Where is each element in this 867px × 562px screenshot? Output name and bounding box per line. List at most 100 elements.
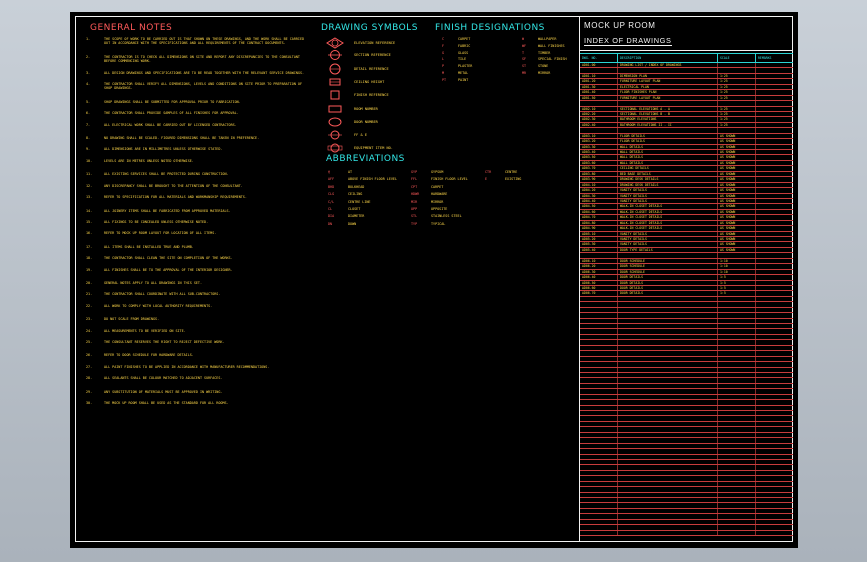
index-scale	[718, 465, 756, 470]
note-number: 5.	[86, 99, 91, 104]
index-scale	[718, 508, 756, 514]
note-number: 6.	[86, 111, 91, 116]
detail-reference-icon	[324, 63, 346, 75]
index-dwg-no	[580, 508, 618, 514]
index-description	[618, 340, 718, 345]
index-dwg-no: AD01.10	[580, 73, 618, 79]
index-remarks	[756, 161, 793, 165]
abbreviation-item: @ AT	[328, 170, 352, 174]
note-number: 16.	[86, 231, 93, 236]
index-description: VANITY DETAILS	[618, 237, 718, 242]
note-item: 29. ANY SUBSTITUTION OF MATERIALS MUST BE…	[86, 390, 312, 394]
door-number-icon	[324, 116, 346, 128]
symbol-label: CEILING HEIGHT	[354, 80, 385, 84]
index-dwg-no	[580, 470, 618, 476]
symbol-label: FF & E	[354, 133, 367, 137]
abbreviation-code: OPP	[411, 207, 418, 211]
index-dwg-no: AD03.80	[580, 171, 618, 177]
index-dwg-no	[580, 432, 618, 438]
index-scale: AS SHOWN	[718, 220, 756, 226]
index-description	[618, 362, 718, 367]
note-item: 30. THE MOCK UP ROOM SHALL BE USED AS THE…	[86, 401, 312, 405]
index-remarks	[756, 101, 793, 105]
index-dwg-no: AD03.10	[580, 133, 618, 139]
index-scale	[718, 307, 756, 313]
note-number: 26.	[86, 353, 93, 358]
finish-code: P	[442, 64, 445, 69]
index-description: WALK-IN CLOSET DETAILS	[618, 220, 718, 226]
index-row	[580, 530, 793, 537]
note-number: 17.	[86, 244, 93, 249]
note-text: ALL PAINT FINISHES TO BE APPLIED IN ACCO…	[104, 364, 270, 369]
index-remarks	[756, 264, 793, 268]
index-dwg-no: AD03.30	[580, 144, 618, 149]
index-remarks	[756, 96, 793, 100]
note-number: 28.	[86, 376, 93, 381]
finish-item: P PLASTER	[442, 64, 472, 68]
index-description	[618, 378, 718, 383]
index-dwg-no	[580, 438, 618, 443]
symbol-row: DOOR NUMBER	[324, 115, 378, 129]
index-dwg-no: AD03.70	[580, 166, 618, 171]
abbreviation-code: FFL	[411, 177, 418, 182]
index-scale	[718, 345, 756, 351]
index-scale	[718, 503, 756, 508]
index-dwg-no	[580, 351, 618, 356]
note-text: REFER TO DOOR SCHEDULE FOR HARDWARE DETA…	[104, 353, 194, 358]
index-remarks	[756, 476, 793, 480]
index-scale: AS SHOWN	[718, 155, 756, 160]
index-scale: 1:10	[718, 258, 756, 264]
note-text: ALL ITEMS SHALL BE INSTALLED TRUE AND PL…	[104, 244, 194, 249]
index-remarks	[756, 465, 793, 469]
symbol-label: ELEVATION REFERENCE	[354, 41, 396, 45]
finish-code: C	[442, 37, 445, 41]
finish-code: WF	[522, 43, 527, 48]
index-dwg-no: AD04.20	[580, 188, 618, 193]
index-dwg-no: AD06.50	[580, 280, 618, 285]
note-item: 5. SHOP DRAWINGS SHALL BE SUBMITTED FOR A…	[86, 100, 312, 104]
index-remarks	[756, 226, 793, 230]
finish-code: MR	[522, 71, 527, 75]
index-description	[618, 449, 718, 454]
index-dwg-no: AD01.20	[580, 79, 618, 84]
abbreviation-item	[485, 192, 505, 196]
abbreviation-code: CTR	[485, 170, 492, 174]
index-remarks	[756, 482, 793, 486]
abbreviation-meaning: CENTRE LINE	[348, 199, 371, 204]
index-scale: AS SHOWN	[718, 247, 756, 253]
index-remarks	[756, 74, 793, 78]
index-description	[618, 68, 718, 73]
index-dwg-no	[580, 329, 618, 334]
index-remarks	[756, 422, 793, 426]
abbreviation-code: GYP	[411, 170, 418, 174]
index-scale	[718, 362, 756, 367]
note-text: LEVELS ARE IN METRES UNLESS NOTED OTHERW…	[104, 158, 194, 163]
index-remarks	[756, 79, 793, 83]
finish-name: TIMBER	[538, 50, 551, 55]
note-number: 8.	[86, 136, 91, 141]
index-description: VANITY DETAILS	[618, 198, 718, 204]
index-dwg-no: AD02.40	[580, 122, 618, 128]
note-item: 23. DO NOT SCALE FROM DRAWINGS.	[86, 317, 312, 321]
index-scale	[718, 519, 756, 525]
symbol-label: SECTION REFERENCE	[354, 53, 391, 57]
index-description	[618, 427, 718, 432]
abbreviation-meaning: FINISH FLOOR LEVEL	[431, 177, 468, 182]
note-number: 7.	[86, 122, 91, 127]
index-scale	[718, 351, 756, 356]
index-scale: 1:25	[718, 90, 756, 95]
index-description: DIMENSION PLAN	[618, 73, 718, 79]
abbreviation-item	[485, 200, 505, 204]
index-description	[618, 519, 718, 525]
index-description	[618, 128, 718, 133]
abbreviation-meaning: EXISTING	[505, 177, 522, 182]
index-description	[618, 101, 718, 106]
index-scale: AS SHOWN	[718, 171, 756, 177]
index-dwg-no	[580, 519, 618, 525]
index-scale	[718, 302, 756, 307]
index-dwg-no: AD03.60	[580, 160, 618, 166]
abbreviation-code: HDWR	[411, 192, 420, 197]
col-description: DESCRIPTION	[618, 54, 718, 62]
index-dwg-no	[580, 334, 618, 340]
note-number: 20.	[86, 280, 93, 285]
